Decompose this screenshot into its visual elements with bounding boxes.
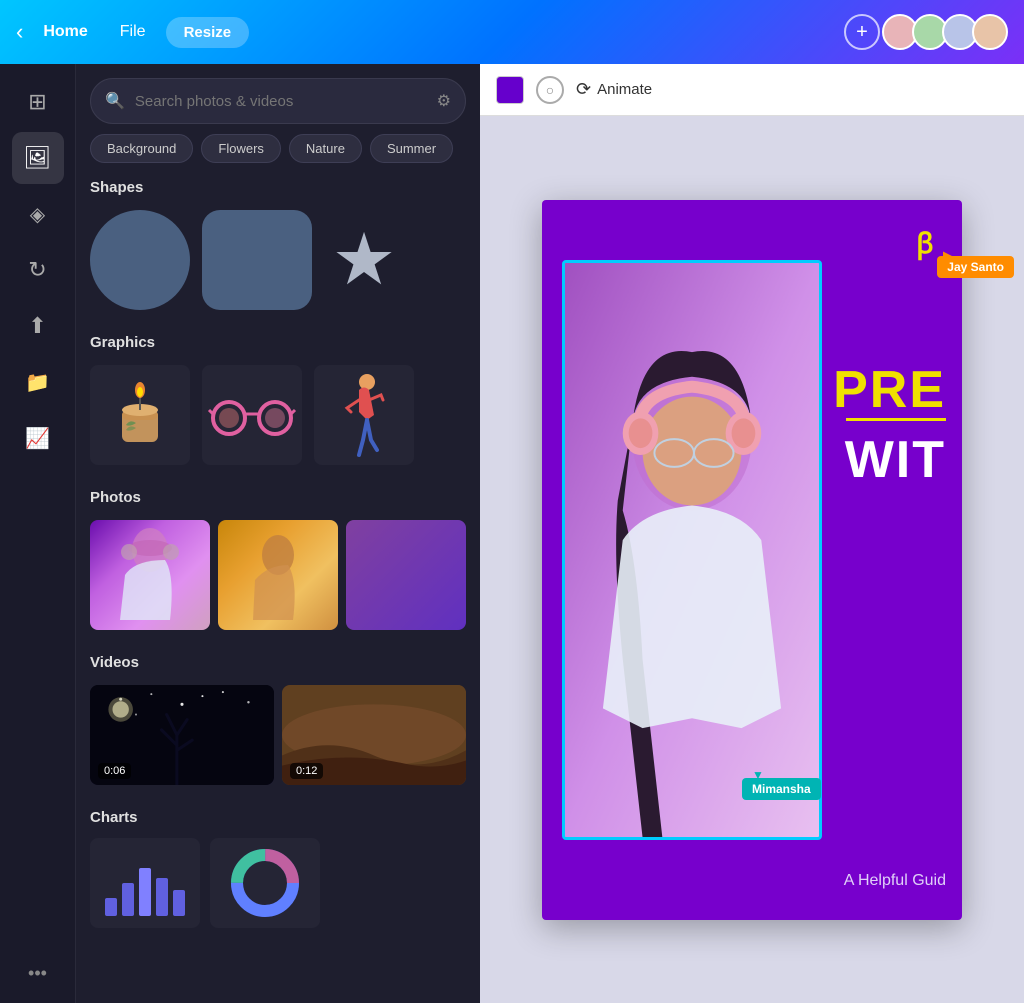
shapes-grid: ★ — [90, 210, 466, 310]
canvas-content[interactable]: Jay Santo ꞵ — [480, 116, 1024, 1003]
photo-item-3[interactable] — [346, 520, 466, 630]
design-card[interactable]: ꞵ — [542, 200, 962, 920]
graphic-runner[interactable] — [314, 365, 414, 465]
photo-person2-svg — [233, 520, 323, 630]
shapes-section-title: Shapes — [90, 179, 466, 196]
photo-placeholder-3 — [346, 520, 466, 630]
cursor-label-jay: Jay Santo — [937, 256, 1014, 278]
photos-section-title: Photos — [90, 489, 466, 506]
photo-person-svg — [105, 520, 195, 630]
sidebar-item-folder[interactable]: 📁 — [12, 356, 64, 408]
videos-section-title: Videos — [90, 654, 466, 671]
chart-item-2[interactable] — [210, 838, 320, 928]
folder-icon: 📁 — [25, 370, 50, 395]
candle-svg — [100, 375, 180, 455]
avatar-4[interactable] — [972, 14, 1008, 50]
sidebar-item-images[interactable]: 🖼 — [12, 132, 64, 184]
graphic-glasses[interactable] — [202, 365, 302, 465]
canvas-area: ○ ⟳ Animate Jay Santo ꞵ — [480, 64, 1024, 1003]
left-panel: 🔍 ⚙ Background Flowers Nature Summer Sha… — [76, 64, 480, 1003]
shape-circle[interactable] — [90, 210, 190, 310]
shape-rounded-rect[interactable] — [202, 210, 312, 310]
animate-label: Animate — [597, 81, 652, 98]
video-duration-2: 0:12 — [290, 763, 323, 779]
search-bar: 🔍 ⚙ — [90, 78, 466, 124]
design-text-white: WIT — [845, 430, 946, 490]
transparency-button[interactable]: ○ — [536, 76, 564, 104]
headphone-person-svg — [565, 263, 819, 837]
collaborator-avatars — [888, 14, 1008, 50]
animate-button[interactable]: ⟳ Animate — [576, 79, 652, 100]
chart-item-1[interactable] — [90, 838, 200, 928]
glasses-svg — [207, 390, 297, 440]
more-dots-icon: ••• — [28, 963, 47, 984]
chart-icon: 📈 — [25, 426, 50, 451]
file-button[interactable]: File — [108, 17, 158, 47]
layout-icon: ⊞ — [28, 89, 46, 115]
photo-placeholder-1 — [90, 520, 210, 630]
canvas-toolbar: ○ ⟳ Animate — [480, 64, 1024, 116]
photo-placeholder-2 — [218, 520, 338, 630]
graphics-grid — [90, 365, 466, 465]
design-subtitle: A Helpful Guid — [844, 872, 946, 890]
runner-svg — [339, 370, 389, 460]
shapes-diamond-icon: ◈ — [30, 202, 45, 227]
charts-preview — [90, 838, 466, 928]
star-icon: ★ — [332, 224, 397, 296]
add-collaborator-button[interactable]: + — [844, 14, 880, 50]
filter-icon[interactable]: ⚙ — [437, 91, 451, 111]
tag-background[interactable]: Background — [90, 134, 193, 163]
resize-button[interactable]: Resize — [166, 17, 250, 48]
graphic-candle[interactable] — [90, 365, 190, 465]
tag-summer[interactable]: Summer — [370, 134, 453, 163]
animate-icon: ⟳ — [576, 79, 591, 100]
cursor-label-mimansha: Mimansha — [742, 778, 821, 800]
design-text-yellow: PRE — [833, 360, 946, 420]
home-button[interactable]: Home — [31, 17, 99, 47]
transparency-icon: ○ — [546, 82, 554, 98]
back-button[interactable]: ‹ — [16, 19, 23, 45]
refresh-icon: ↻ — [28, 257, 46, 283]
sidebar-item-refresh[interactable]: ↻ — [12, 244, 64, 296]
search-icon: 🔍 — [105, 91, 125, 111]
sidebar-item-shapes[interactable]: ◈ — [12, 188, 64, 240]
icon-sidebar: ⊞ 🖼 ◈ ↻ ⬆ 📁 📈 ••• — [0, 64, 76, 1003]
video-duration-1: 0:06 — [98, 763, 131, 779]
color-swatch[interactable] — [496, 76, 524, 104]
design-underline — [846, 418, 946, 421]
bar-chart-svg — [100, 848, 190, 918]
tag-flowers[interactable]: Flowers — [201, 134, 281, 163]
design-photo-frame[interactable] — [562, 260, 822, 840]
headphone-person-photo — [565, 263, 819, 837]
photo-item-2[interactable] — [218, 520, 338, 630]
donut-chart-svg — [220, 848, 310, 918]
sidebar-item-layout[interactable]: ⊞ — [12, 76, 64, 128]
photo-item-1[interactable] — [90, 520, 210, 630]
image-icon: 🖼 — [24, 145, 52, 171]
top-navigation: ‹ Home File Resize + — [0, 0, 1024, 64]
main-layout: ⊞ 🖼 ◈ ↻ ⬆ 📁 📈 ••• 🔍 ⚙ — [0, 64, 1024, 1003]
sidebar-more-options[interactable]: ••• — [12, 955, 64, 991]
design-logo: ꞵ — [916, 224, 934, 262]
tag-nature[interactable]: Nature — [289, 134, 362, 163]
tag-pills-container: Background Flowers Nature Summer — [76, 134, 480, 175]
search-input[interactable] — [135, 93, 427, 110]
photos-grid — [90, 520, 466, 630]
videos-grid: 0:06 0:12 — [90, 685, 466, 785]
shape-star[interactable]: ★ — [324, 220, 404, 300]
video-item-1[interactable]: 0:06 — [90, 685, 274, 785]
panel-content: Shapes ★ Graphics — [76, 175, 480, 1003]
sidebar-item-upload[interactable]: ⬆ — [12, 300, 64, 352]
graphics-section-title: Graphics — [90, 334, 466, 351]
upload-icon: ⬆ — [28, 313, 46, 339]
charts-section-title: Charts — [90, 809, 466, 826]
sidebar-item-chart[interactable]: 📈 — [12, 412, 64, 464]
video-item-2[interactable]: 0:12 — [282, 685, 466, 785]
